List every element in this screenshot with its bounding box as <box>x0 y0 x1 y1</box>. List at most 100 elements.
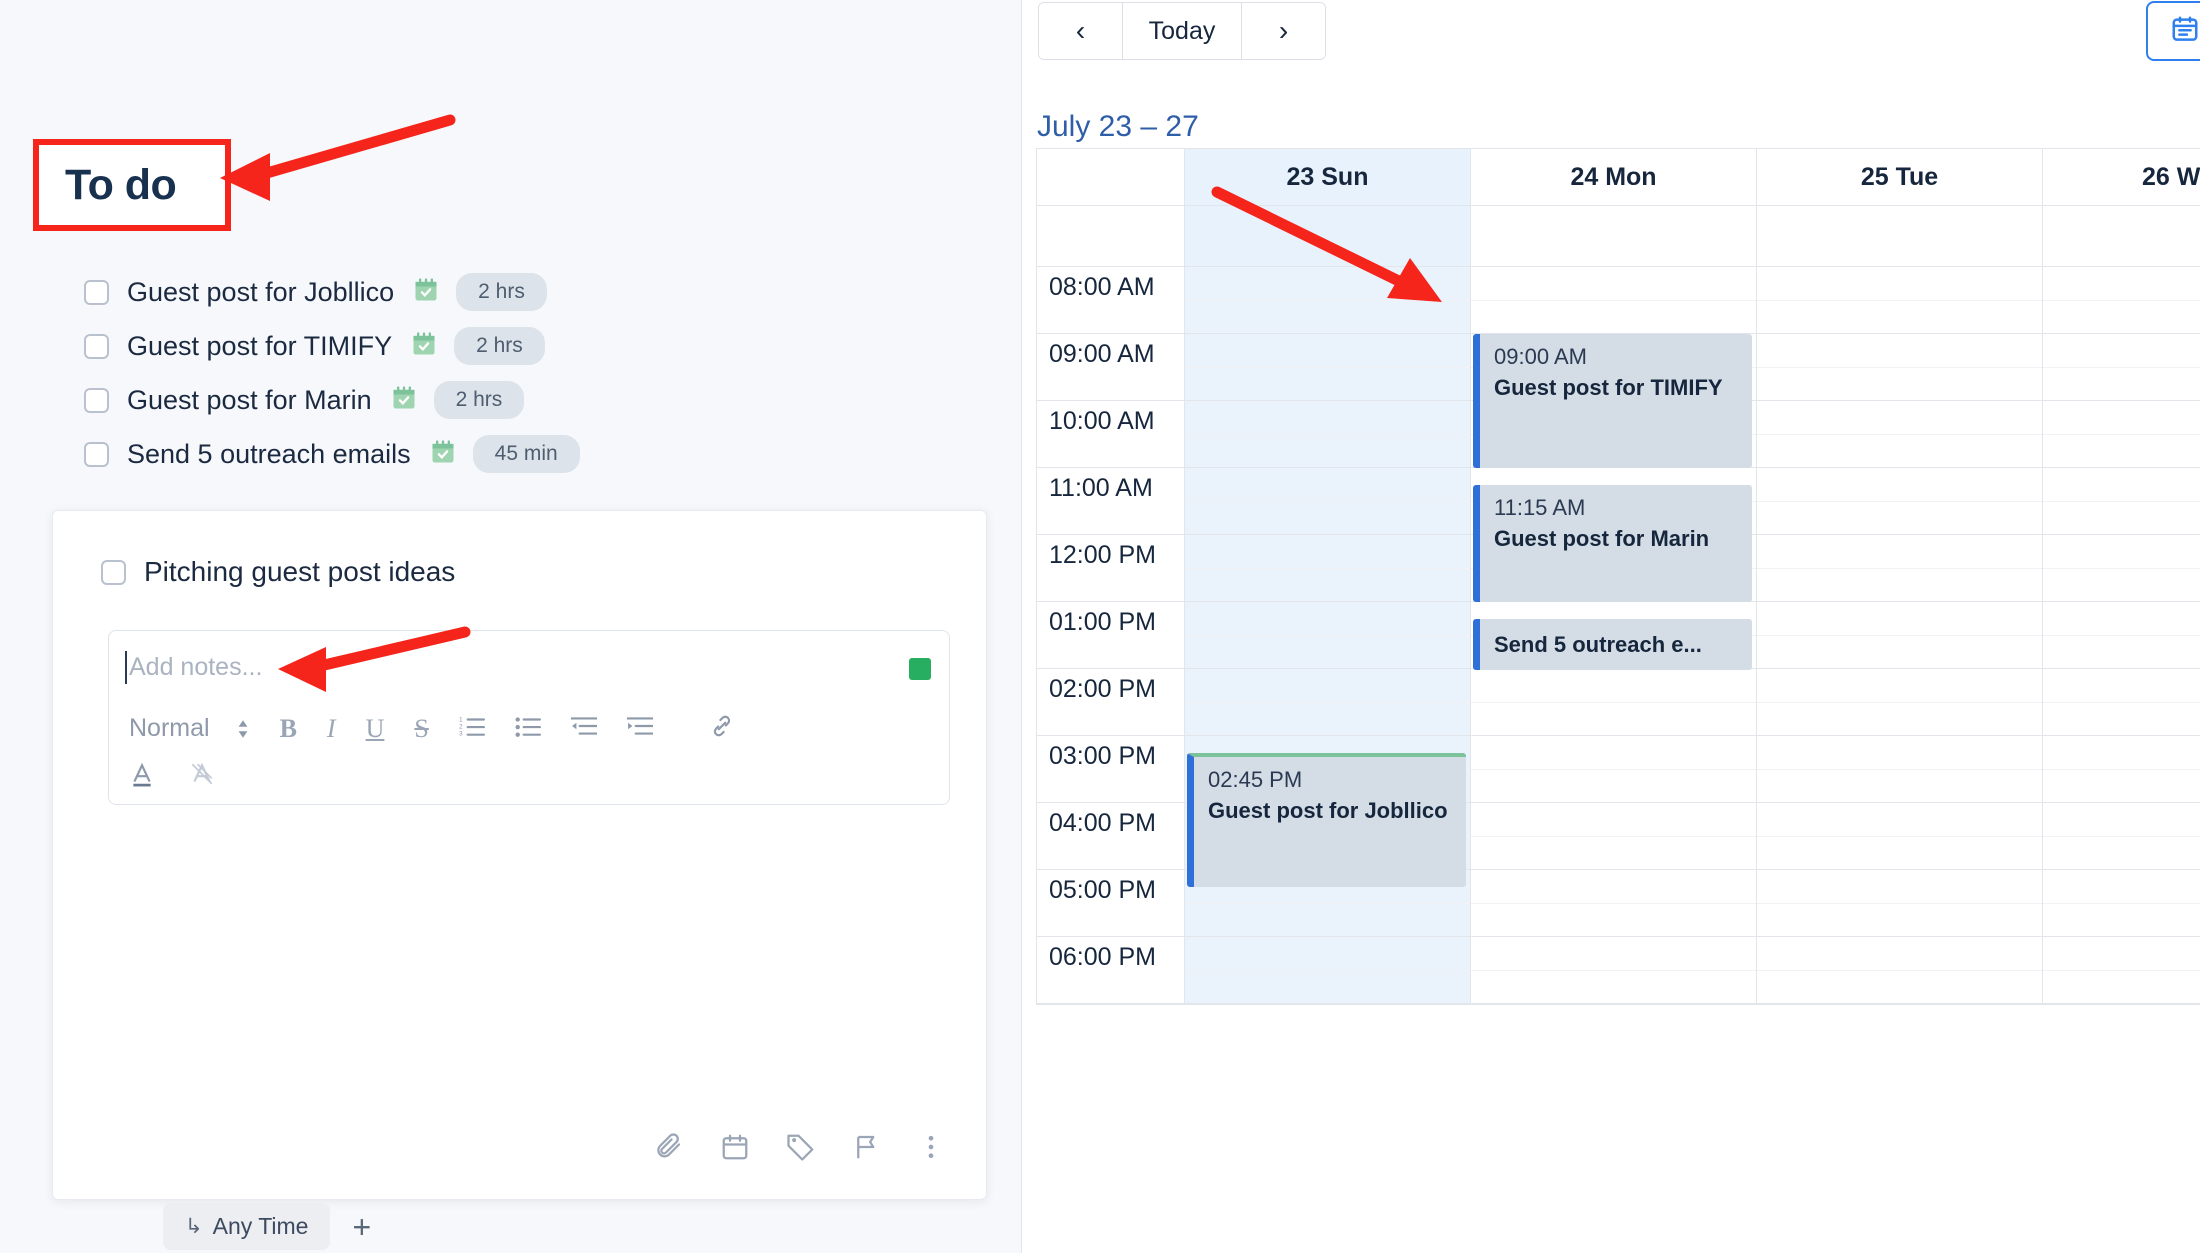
any-time-chip[interactable]: ↳ Any Time <box>163 1203 331 1250</box>
calendar-event[interactable]: Send 5 outreach e... <box>1473 619 1752 670</box>
svg-text:3: 3 <box>459 731 463 737</box>
subtask-arrow-icon: ↳ <box>185 1215 203 1238</box>
time-label: 04:00 PM <box>1037 803 1184 870</box>
task-title: Guest post for Marin <box>127 384 372 415</box>
color-swatch[interactable] <box>909 658 931 680</box>
text-caret <box>125 651 127 684</box>
underline-button[interactable]: U <box>366 715 385 742</box>
day-header-sun[interactable]: 23 Sun <box>1185 149 1471 205</box>
task-list: Guest post for Jobllico 2 hrs Guest post… <box>84 265 724 481</box>
task-row[interactable]: Guest post for Jobllico 2 hrs <box>84 265 724 319</box>
outdent-icon[interactable] <box>569 715 598 742</box>
next-week-button[interactable]: › <box>1241 3 1325 59</box>
add-time-button[interactable]: + <box>352 1211 371 1243</box>
task-duration-badge[interactable]: 45 min <box>472 435 580 473</box>
time-label: 03:00 PM <box>1037 736 1184 803</box>
more-options-icon[interactable] <box>918 1132 944 1167</box>
task-title: Guest post for TIMIFY <box>127 330 393 361</box>
task-row[interactable]: Guest post for TIMIFY 2 hrs <box>84 319 724 373</box>
detail-task-title: Pitching guest post ideas <box>144 556 456 587</box>
calendar-event[interactable]: 02:45 PM Guest post for Jobllico <box>1187 753 1466 887</box>
time-label: 12:00 PM <box>1037 535 1184 602</box>
calendar-event[interactable]: 09:00 AM Guest post for TIMIFY <box>1473 334 1752 468</box>
italic-button[interactable]: I <box>327 715 336 742</box>
chevron-updown-icon[interactable] <box>236 718 250 740</box>
day-column-sun[interactable]: 02:45 PM Guest post for Jobllico <box>1185 267 1471 1004</box>
prev-week-button[interactable]: ‹ <box>1039 3 1123 59</box>
calendar-check-icon <box>429 438 457 471</box>
detail-header: Pitching guest post ideas <box>53 511 986 588</box>
link-icon[interactable] <box>709 713 735 744</box>
day-header-wed[interactable]: 26 Wed <box>2043 149 2200 205</box>
flag-icon[interactable] <box>852 1132 882 1167</box>
notes-placeholder: Add notes... <box>129 653 263 681</box>
day-column-tue[interactable] <box>1757 267 2043 1004</box>
notes-editor[interactable]: Add notes... Normal B I U S 123 <box>108 630 950 805</box>
event-time: 09:00 AM <box>1494 344 1587 369</box>
any-time-label: Any Time <box>212 1213 309 1239</box>
day-header-tue[interactable]: 25 Tue <box>1757 149 2043 205</box>
task-row[interactable]: Send 5 outreach emails 45 min <box>84 427 724 481</box>
all-day-cell-wed[interactable] <box>2043 206 2200 266</box>
task-checkbox[interactable] <box>84 441 109 467</box>
calendar-panel: ‹ Today › Connect your calendar July 23 … <box>1022 0 2200 1253</box>
card-footer-toolbar <box>654 1132 944 1167</box>
task-checkbox[interactable] <box>84 333 109 359</box>
strikethrough-button[interactable]: S <box>414 715 428 742</box>
calendar-body: 08:00 AM 09:00 AM 10:00 AM 11:00 AM 12:0… <box>1036 266 2200 1005</box>
scheduling-controls: ↳ Any Time + Today - Wednesday 2 hrs Sch… <box>163 1203 964 1253</box>
time-label: 10:00 AM <box>1037 401 1184 468</box>
todo-panel: To do Guest post for Jobllico 2 hrs Gues… <box>0 0 1022 1253</box>
day-header-mon[interactable]: 24 Mon <box>1471 149 1757 205</box>
all-day-row <box>1036 205 2200 266</box>
task-duration-badge[interactable]: 2 hrs <box>456 273 547 311</box>
event-time: 02:45 PM <box>1208 767 1303 792</box>
event-title: Guest post for Jobllico <box>1208 798 1448 823</box>
task-duration-badge[interactable]: 2 hrs <box>454 327 545 365</box>
all-day-cell-tue[interactable] <box>1757 206 2043 266</box>
task-title: Send 5 outreach emails <box>127 438 411 469</box>
task-checkbox[interactable] <box>84 387 109 413</box>
all-day-cell-mon[interactable] <box>1471 206 1757 266</box>
time-label: 08:00 AM <box>1037 267 1184 334</box>
text-style-dropdown[interactable]: Normal <box>129 714 210 743</box>
time-label: 01:00 PM <box>1037 602 1184 669</box>
calendar-day-header: 23 Sun 24 Mon 25 Tue 26 Wed <box>1036 148 2200 205</box>
editor-toolbar-row-1: Normal B I U S 123 <box>129 713 735 744</box>
task-duration-badge[interactable]: 2 hrs <box>433 381 525 419</box>
indent-icon[interactable] <box>625 715 654 742</box>
tag-icon[interactable] <box>786 1132 816 1167</box>
page-title: To do <box>65 160 177 209</box>
day-column-mon[interactable]: 09:00 AM Guest post for TIMIFY 11:15 AM … <box>1471 267 1757 1004</box>
connect-calendar-button[interactable]: Connect your calendar <box>2146 1 2200 61</box>
task-row[interactable]: Guest post for Marin 2 hrs <box>84 373 724 427</box>
app-root: To do Guest post for Jobllico 2 hrs Gues… <box>0 0 2200 1253</box>
today-button[interactable]: Today <box>1123 3 1241 59</box>
task-checkbox[interactable] <box>84 279 109 305</box>
todo-heading-highlight: To do <box>33 139 231 231</box>
detail-task-checkbox[interactable] <box>101 559 126 585</box>
calendar-nav-group: ‹ Today › <box>1038 2 1326 60</box>
annotation-arrow-todo <box>220 114 456 201</box>
event-title: Guest post for Marin <box>1494 526 1710 551</box>
calendar-event[interactable]: 11:15 AM Guest post for Marin <box>1473 485 1752 602</box>
time-label: 06:00 PM <box>1037 937 1184 1004</box>
attachment-icon[interactable] <box>654 1132 684 1167</box>
day-column-wed[interactable] <box>2043 267 2200 1004</box>
time-label: 09:00 AM <box>1037 334 1184 401</box>
highlight-icon[interactable] <box>189 761 215 792</box>
time-label: 11:00 AM <box>1037 468 1184 535</box>
ordered-list-icon[interactable]: 123 <box>459 715 485 742</box>
bullet-list-icon[interactable] <box>515 715 541 742</box>
bold-button[interactable]: B <box>280 715 297 742</box>
time-label: 05:00 PM <box>1037 870 1184 937</box>
all-day-gutter <box>1037 206 1185 266</box>
calendar-check-icon <box>390 384 418 417</box>
text-color-button[interactable] <box>129 761 155 792</box>
all-day-cell-sun[interactable] <box>1185 206 1471 266</box>
calendar-icon <box>2170 14 2200 49</box>
editor-toolbar-row-2 <box>129 761 215 792</box>
calendar-icon[interactable] <box>720 1132 750 1167</box>
calendar-check-icon <box>412 276 440 309</box>
time-gutter-header <box>1037 149 1185 205</box>
